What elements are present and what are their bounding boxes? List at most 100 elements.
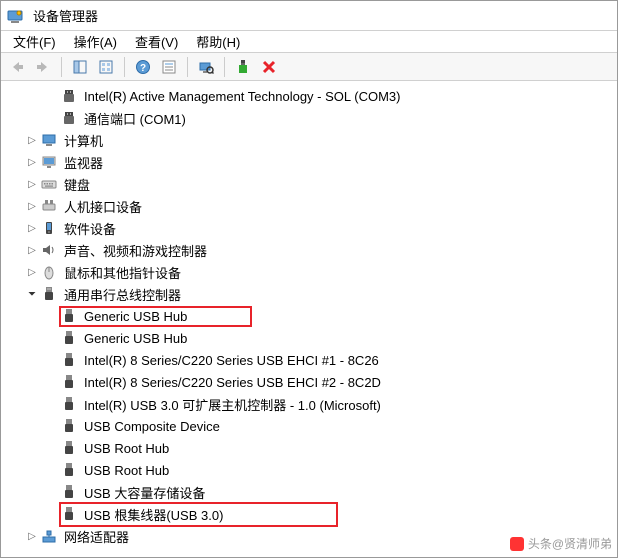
watermark-icon xyxy=(510,537,524,551)
usb-device-icon xyxy=(61,330,77,346)
port-icon xyxy=(61,110,77,126)
usb-device-icon xyxy=(61,308,77,324)
svg-text:?: ? xyxy=(140,63,146,74)
tree-category-software[interactable]: ▷ 软件设备 xyxy=(13,217,617,239)
tree-item-label: Intel(R) USB 3.0 可扩展主机控制器 - 1.0 (Microso… xyxy=(81,394,384,415)
menu-help[interactable]: 帮助(H) xyxy=(188,30,248,53)
tree-item-usb[interactable]: Intel(R) 8 Series/C220 Series USB EHCI #… xyxy=(13,349,617,371)
tree-category-sound[interactable]: ▷ 声音、视频和游戏控制器 xyxy=(13,239,617,261)
scan-hardware-button[interactable] xyxy=(194,55,218,79)
tree-item-usb[interactable]: USB 根集线器(USB 3.0) xyxy=(13,503,617,525)
back-button[interactable] xyxy=(5,55,29,79)
tree-item-label: 人机接口设备 xyxy=(61,196,145,217)
highlight-box: Generic USB Hub xyxy=(59,306,252,327)
usb-device-icon xyxy=(61,440,77,456)
tree-item-label: Intel(R) 8 Series/C220 Series USB EHCI #… xyxy=(81,352,382,369)
properties-button[interactable] xyxy=(157,55,181,79)
tree-item-label: 通用串行总线控制器 xyxy=(61,284,184,305)
tree-item-usb[interactable]: USB Root Hub xyxy=(13,437,617,459)
tree-item-label: USB 根集线器(USB 3.0) xyxy=(81,504,226,525)
help-button[interactable]: ? xyxy=(131,55,155,79)
menubar: 文件(F) 操作(A) 查看(V) 帮助(H) xyxy=(1,31,617,53)
device-tree[interactable]: Intel(R) Active Management Technology - … xyxy=(1,81,617,555)
tree-item-usb[interactable]: Generic USB Hub xyxy=(13,327,617,349)
tree-item[interactable]: 通信端口 (COM1) xyxy=(13,107,617,129)
tree-item-label: 软件设备 xyxy=(61,218,119,239)
tree-item-label: Generic USB Hub xyxy=(81,308,190,325)
view-options-button[interactable] xyxy=(94,55,118,79)
expand-icon[interactable]: ▷ xyxy=(25,133,39,147)
tree-item-label: 计算机 xyxy=(61,130,106,151)
collapse-icon[interactable]: ⏷ xyxy=(25,287,39,301)
tree-item-label: 通信端口 (COM1) xyxy=(81,108,189,129)
tree-item-usb[interactable]: USB Root Hub xyxy=(13,459,617,481)
usb-device-icon xyxy=(61,462,77,478)
uninstall-button[interactable] xyxy=(257,55,281,79)
expand-icon[interactable]: ▷ xyxy=(25,199,39,213)
tree-category-computer[interactable]: ▷ 计算机 xyxy=(13,129,617,151)
expand-icon[interactable]: ▷ xyxy=(25,529,39,543)
toolbar: ? xyxy=(1,53,617,81)
tree-category-keyboard[interactable]: ▷ 键盘 xyxy=(13,173,617,195)
tree-item-label: 监视器 xyxy=(61,152,106,173)
usb-device-icon xyxy=(61,396,77,412)
tree-item-label: Intel(R) 8 Series/C220 Series USB EHCI #… xyxy=(81,374,384,391)
watermark: 头条@贤清师弟 xyxy=(510,535,612,552)
highlight-box: USB 根集线器(USB 3.0) xyxy=(59,502,338,527)
network-icon xyxy=(41,528,57,544)
usb-icon xyxy=(41,286,57,302)
tree-item-label: 键盘 xyxy=(61,174,93,195)
tree-category-usb[interactable]: ⏷ 通用串行总线控制器 xyxy=(13,283,617,305)
menu-action[interactable]: 操作(A) xyxy=(66,30,125,53)
show-hide-console-tree-button[interactable] xyxy=(68,55,92,79)
expand-icon[interactable]: ▷ xyxy=(25,243,39,257)
toolbar-separator xyxy=(124,57,125,77)
tree-item-label: USB Root Hub xyxy=(81,462,172,479)
tree-item-usb[interactable]: Generic USB Hub xyxy=(13,305,617,327)
tree-item-label: Generic USB Hub xyxy=(81,330,190,347)
expand-icon[interactable]: ▷ xyxy=(25,221,39,235)
window-titlebar: 设备管理器 xyxy=(1,1,617,31)
enable-button[interactable] xyxy=(231,55,255,79)
usb-device-icon xyxy=(61,484,77,500)
usb-device-icon xyxy=(61,418,77,434)
port-icon xyxy=(61,88,77,104)
expand-icon[interactable]: ▷ xyxy=(25,177,39,191)
hid-icon xyxy=(41,198,57,214)
tree-item-label: 鼠标和其他指针设备 xyxy=(61,262,184,283)
expand-icon[interactable]: ▷ xyxy=(25,155,39,169)
tree-item-usb[interactable]: Intel(R) 8 Series/C220 Series USB EHCI #… xyxy=(13,371,617,393)
menu-view[interactable]: 查看(V) xyxy=(127,30,186,53)
app-icon xyxy=(7,8,23,24)
tree-item-label: USB Root Hub xyxy=(81,440,172,457)
forward-button[interactable] xyxy=(31,55,55,79)
toolbar-separator xyxy=(187,57,188,77)
tree-item-label: 网络适配器 xyxy=(61,526,132,547)
usb-device-icon xyxy=(61,374,77,390)
tree-item-usb[interactable]: USB 大容量存储设备 xyxy=(13,481,617,503)
usb-device-icon xyxy=(61,352,77,368)
toolbar-separator xyxy=(61,57,62,77)
tree-item-label: Intel(R) Active Management Technology - … xyxy=(81,88,403,105)
tree-item-usb[interactable]: Intel(R) USB 3.0 可扩展主机控制器 - 1.0 (Microso… xyxy=(13,393,617,415)
tree-item-usb[interactable]: USB Composite Device xyxy=(13,415,617,437)
toolbar-separator xyxy=(224,57,225,77)
monitor-icon xyxy=(41,154,57,170)
tree-item-label: USB Composite Device xyxy=(81,418,223,435)
mouse-icon xyxy=(41,264,57,280)
tree-category-hid[interactable]: ▷ 人机接口设备 xyxy=(13,195,617,217)
menu-file[interactable]: 文件(F) xyxy=(5,30,64,53)
computer-icon xyxy=(41,132,57,148)
tree-item-label: 声音、视频和游戏控制器 xyxy=(61,240,210,261)
watermark-text: 头条@贤清师弟 xyxy=(528,535,612,552)
tree-category-monitor[interactable]: ▷ 监视器 xyxy=(13,151,617,173)
tree-category-mouse[interactable]: ▷ 鼠标和其他指针设备 xyxy=(13,261,617,283)
tree-item-label: USB 大容量存储设备 xyxy=(81,482,208,503)
keyboard-icon xyxy=(41,176,57,192)
tree-item[interactable]: Intel(R) Active Management Technology - … xyxy=(13,85,617,107)
usb-device-icon xyxy=(61,506,77,522)
window-title: 设备管理器 xyxy=(33,6,98,25)
expand-icon[interactable]: ▷ xyxy=(25,265,39,279)
software-icon xyxy=(41,220,57,236)
sound-icon xyxy=(41,242,57,258)
